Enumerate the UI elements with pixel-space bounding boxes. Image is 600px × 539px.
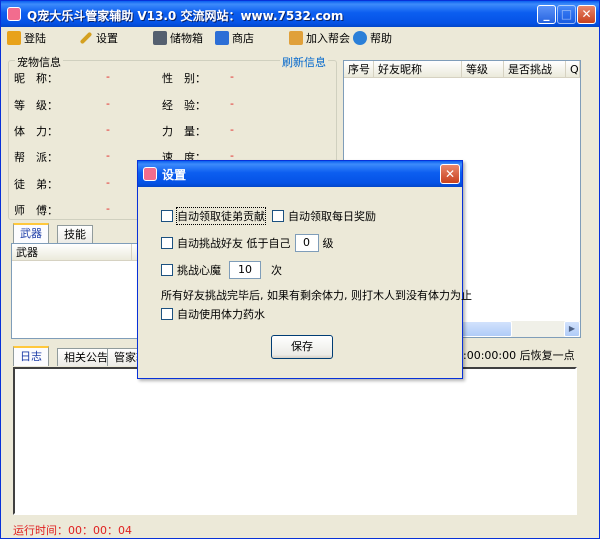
shop-icon: [215, 31, 229, 45]
gender-row: 性 别： -: [162, 70, 234, 85]
toolbar: 登陆 设置 储物箱 商店 加入帮会 帮助: [1, 27, 599, 49]
challenge-level-input[interactable]: 0: [294, 234, 319, 252]
demon-times-input[interactable]: 10: [229, 261, 261, 279]
dialog-title: 设置: [162, 168, 187, 182]
app-icon: [7, 7, 21, 21]
tab-weapon[interactable]: 武器: [13, 223, 49, 243]
checkbox[interactable]: [272, 210, 284, 222]
title-bar[interactable]: Q宠大乐斗管家辅助 V13.0 交流网站：www.7532.com _ □ ✕: [1, 1, 599, 27]
house-icon: [289, 31, 303, 45]
settings-dialog: 设置 ✕ 自动领取徒弟贡献 自动领取每日奖励 自动挑战好友 低于自己 0 级 挑…: [137, 160, 472, 379]
col-qq[interactable]: QQ: [566, 61, 580, 78]
opt-challenge-demon[interactable]: 挑战心魔 10 次: [161, 261, 282, 279]
opt-apprentice-contribution[interactable]: 自动领取徒弟贡献: [161, 207, 266, 225]
join-guild-button[interactable]: 加入帮会: [289, 30, 350, 46]
checkbox[interactable]: [161, 237, 173, 249]
help-icon: [353, 31, 367, 45]
apprentice-row: 徒 弟： -: [14, 176, 110, 191]
checkbox[interactable]: [161, 210, 173, 222]
login-icon: [7, 31, 21, 45]
checkbox[interactable]: [161, 308, 173, 320]
col-challenged[interactable]: 是否挑战: [504, 61, 566, 78]
shop-button[interactable]: 商店: [215, 30, 254, 46]
runtime-status: 运行时间：00：00：04: [13, 524, 132, 537]
maximize-button[interactable]: □: [557, 5, 576, 24]
settings-button[interactable]: 设置: [79, 30, 118, 46]
level-row: 等 级： -: [14, 97, 110, 112]
save-button[interactable]: 保存: [271, 335, 333, 359]
master-row: 师 傅： -: [14, 202, 110, 217]
wrench-icon: [79, 31, 93, 45]
exp-row: 经 验： -: [162, 97, 234, 112]
col-weapon[interactable]: 武器: [12, 244, 132, 261]
dialog-app-icon: [143, 167, 157, 181]
log-area[interactable]: [13, 367, 577, 515]
login-button[interactable]: 登陆: [7, 30, 46, 46]
pet-info-label: 宠物信息: [15, 54, 63, 70]
dialog-close-button[interactable]: ✕: [440, 164, 460, 184]
box-icon: [153, 31, 167, 45]
opt-daily-reward[interactable]: 自动领取每日奖励: [272, 208, 376, 224]
dialog-title-bar[interactable]: 设置 ✕: [138, 161, 462, 187]
storage-button[interactable]: 储物箱: [153, 30, 203, 46]
help-button[interactable]: 帮助: [353, 30, 392, 46]
refresh-info-link[interactable]: 刷新信息: [280, 54, 328, 70]
window-title: Q宠大乐斗管家辅助 V13.0 交流网站：www.7532.com: [27, 9, 344, 23]
col-nickname[interactable]: 好友昵称: [374, 61, 462, 78]
col-index[interactable]: 序号: [344, 61, 374, 78]
minimize-button[interactable]: _: [537, 5, 556, 24]
opt-stamina-potion[interactable]: 自动使用体力药水: [161, 306, 265, 322]
friends-list-header: 序号 好友昵称 等级 是否挑战 QQ: [344, 61, 580, 78]
stamina-row: 体 力： -: [14, 123, 110, 138]
strength-row: 力 量： -: [162, 123, 234, 138]
dialog-note: 所有好友挑战完毕后, 如果有剩余体力, 则打木人到没有体力为止: [161, 289, 472, 302]
nickname-row: 昵 称： -: [14, 70, 110, 85]
close-button[interactable]: ✕: [577, 5, 596, 24]
checkbox[interactable]: [161, 264, 173, 276]
recovery-timer: :00:00:00 后恢复一点: [463, 349, 575, 362]
col-level[interactable]: 等级: [462, 61, 504, 78]
opt-challenge-friends[interactable]: 自动挑战好友 低于自己 0 级: [161, 234, 334, 252]
guild-row: 帮 派： -: [14, 149, 110, 164]
tab-skill[interactable]: 技能: [57, 225, 93, 243]
scroll-right-icon[interactable]: ▶: [564, 321, 580, 337]
tab-log[interactable]: 日志: [13, 346, 49, 366]
